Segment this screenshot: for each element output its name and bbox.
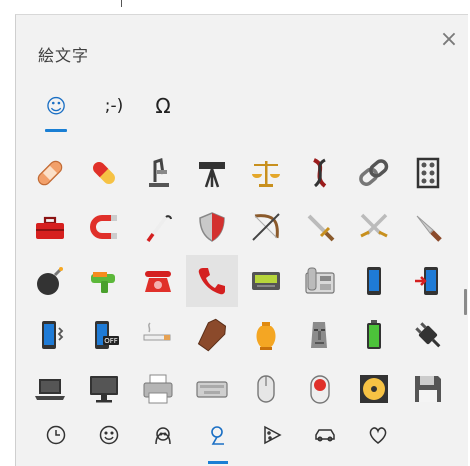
close-button[interactable]: × xyxy=(434,25,464,55)
kaomoji-tab-label: ;-) xyxy=(104,96,124,116)
dagger-emoji[interactable] xyxy=(294,201,346,253)
abacus-emoji[interactable] xyxy=(402,147,454,199)
trackball-emoji[interactable] xyxy=(294,363,346,415)
magnet-emoji[interactable] xyxy=(78,201,130,253)
clock-icon xyxy=(46,425,66,445)
water-pistol-emoji[interactable] xyxy=(78,255,130,307)
coffin-emoji[interactable] xyxy=(186,309,238,361)
kitchen-knife-emoji[interactable] xyxy=(402,201,454,253)
category-bar xyxy=(16,413,468,466)
category-smileys[interactable] xyxy=(93,419,125,451)
keyboard-emoji[interactable] xyxy=(186,363,238,415)
category-people[interactable] xyxy=(147,419,179,451)
pill-emoji[interactable] xyxy=(78,147,130,199)
telephone-emoji[interactable] xyxy=(132,255,184,307)
dna-emoji[interactable] xyxy=(294,147,346,199)
desktop-computer-emoji[interactable] xyxy=(78,363,130,415)
microscope-emoji[interactable] xyxy=(132,147,184,199)
bomb-emoji[interactable] xyxy=(24,255,76,307)
scrollbar-thumb[interactable] xyxy=(464,289,467,315)
pager-emoji[interactable] xyxy=(240,255,292,307)
category-symbols[interactable] xyxy=(362,419,394,451)
printer-emoji[interactable] xyxy=(132,363,184,415)
bandage-emoji[interactable] xyxy=(24,147,76,199)
battery-emoji[interactable] xyxy=(348,309,400,361)
telescope-emoji[interactable] xyxy=(186,147,238,199)
omega-tab-icon: Ω xyxy=(155,94,171,118)
tab-active-indicator xyxy=(45,129,67,132)
toolbox-emoji[interactable] xyxy=(24,201,76,253)
mobile-phone-vibration-emoji[interactable] xyxy=(24,309,76,361)
category-food[interactable] xyxy=(256,419,288,451)
emoji-grid: OFF xyxy=(24,147,456,417)
category-active-indicator xyxy=(208,461,228,464)
mobile-phone-arrow-emoji[interactable] xyxy=(402,255,454,307)
heart-icon xyxy=(369,427,387,444)
smiley-tab-icon: ☺ xyxy=(45,94,67,118)
laptop-emoji[interactable] xyxy=(24,363,76,415)
person-icon xyxy=(155,427,171,445)
bow-and-arrow-emoji[interactable] xyxy=(240,201,292,253)
tab-kaomoji[interactable]: ;-) xyxy=(92,91,136,139)
mobile-phone-off-emoji[interactable]: OFF xyxy=(78,309,130,361)
optical-disc-emoji[interactable] xyxy=(348,363,400,415)
category-recent[interactable] xyxy=(40,419,72,451)
car-icon xyxy=(315,429,335,442)
floppy-disk-emoji[interactable] xyxy=(402,363,454,415)
electric-plug-emoji[interactable] xyxy=(402,309,454,361)
crossed-swords-emoji[interactable] xyxy=(348,201,400,253)
mobile-phone-emoji[interactable] xyxy=(348,255,400,307)
fax-machine-emoji[interactable] xyxy=(294,255,346,307)
tab-bar: ☺ ;-) Ω xyxy=(16,91,468,141)
smiley-icon xyxy=(99,425,119,445)
pizza-icon xyxy=(264,425,282,445)
moai-emoji[interactable] xyxy=(294,309,346,361)
shield-emoji[interactable] xyxy=(186,201,238,253)
cane-emoji[interactable] xyxy=(132,201,184,253)
category-travel[interactable] xyxy=(309,419,341,451)
funeral-urn-emoji[interactable] xyxy=(240,309,292,361)
panel-title: 絵文字 xyxy=(38,46,90,65)
cigarette-emoji[interactable] xyxy=(132,309,184,361)
map-pin-icon xyxy=(211,426,224,445)
emoji-panel: 絵文字 × ☺ ;-) Ω OFF xyxy=(15,14,468,466)
off-badge: OFF xyxy=(104,337,118,345)
title-bar: 絵文字 × xyxy=(16,15,468,77)
category-objects[interactable] xyxy=(202,419,234,451)
scales-emoji[interactable] xyxy=(240,147,292,199)
top-edge-tick xyxy=(121,0,122,7)
link-emoji[interactable] xyxy=(348,147,400,199)
tab-emoji[interactable]: ☺ xyxy=(38,91,74,139)
telephone-receiver-emoji[interactable] xyxy=(186,255,238,307)
tab-symbols[interactable]: Ω xyxy=(146,91,180,139)
computer-mouse-emoji[interactable] xyxy=(240,363,292,415)
